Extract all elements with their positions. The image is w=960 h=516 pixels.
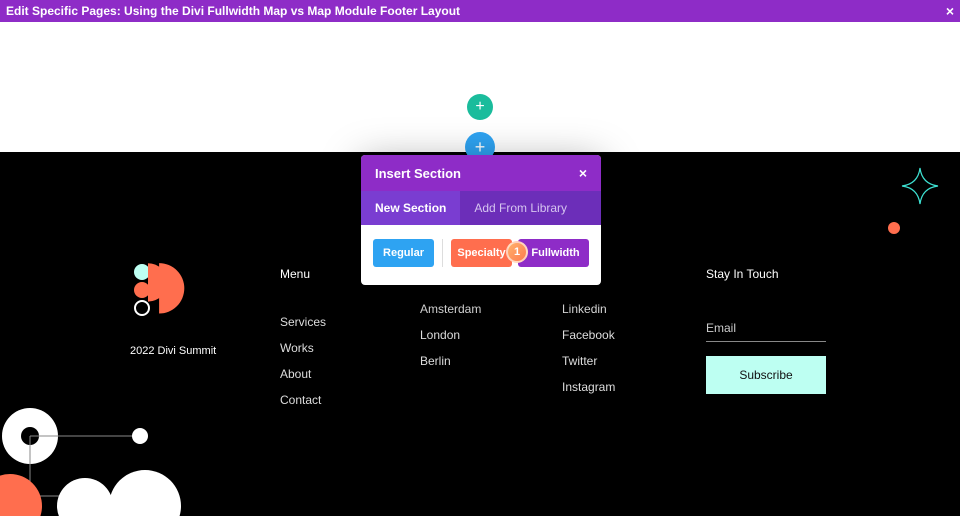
footer-link-facebook[interactable]: Facebook <box>562 328 615 342</box>
decorative-dot-icon <box>888 222 900 234</box>
email-field[interactable]: Email <box>706 321 826 342</box>
page-title-bar: Edit Specific Pages: Using the Divi Full… <box>0 0 960 22</box>
modal-body: Regular Specialty 1 Fullwidth <box>361 225 601 285</box>
footer-logo: 2022 Divi Summit <box>130 262 230 357</box>
logo-caption: 2022 Divi Summit <box>130 345 230 357</box>
divider <box>442 239 443 267</box>
modal-title: Insert Section <box>375 166 461 181</box>
subscribe-button[interactable]: Subscribe <box>706 356 826 394</box>
footer-social-column: Linkedin Facebook Twitter Instagram <box>562 302 615 394</box>
tab-new-section[interactable]: New Section <box>361 191 460 225</box>
footer-subscribe-column: Stay In Touch Email Subscribe <box>706 267 846 394</box>
page-title: Edit Specific Pages: Using the Divi Full… <box>6 4 460 18</box>
footer-locations-column: Amsterdam London Berlin <box>420 302 481 368</box>
footer-link-berlin[interactable]: Berlin <box>420 354 481 368</box>
footer-link-about[interactable]: About <box>280 367 326 381</box>
footer-link-instagram[interactable]: Instagram <box>562 380 615 394</box>
footer-menu-column: Menu Services Works About Contact <box>280 267 326 407</box>
fullwidth-label: Fullwidth <box>531 247 579 259</box>
decorative-circles-icon <box>0 406 210 516</box>
footer-link-twitter[interactable]: Twitter <box>562 354 615 368</box>
footer-link-amsterdam[interactable]: Amsterdam <box>420 302 481 316</box>
insert-section-modal: Insert Section × New Section Add From Li… <box>361 155 601 285</box>
footer-link-services[interactable]: Services <box>280 315 326 329</box>
decorative-diamond-icon <box>900 166 940 206</box>
logo-icon <box>130 262 210 332</box>
footer-link-linkedin[interactable]: Linkedin <box>562 302 615 316</box>
modal-header: Insert Section × <box>361 155 601 191</box>
tab-add-from-library[interactable]: Add From Library <box>460 191 581 225</box>
regular-section-button[interactable]: Regular <box>373 239 434 267</box>
close-icon[interactable]: × <box>946 3 954 19</box>
footer-link-contact[interactable]: Contact <box>280 393 326 407</box>
footer-link-works[interactable]: Works <box>280 341 326 355</box>
fullwidth-section-button[interactable]: 1 Fullwidth <box>518 239 589 267</box>
specialty-section-button[interactable]: Specialty <box>451 239 512 267</box>
modal-tabs: New Section Add From Library <box>361 191 601 225</box>
footer-link-london[interactable]: London <box>420 328 481 342</box>
footer-menu-heading: Menu <box>280 267 326 281</box>
step-badge: 1 <box>506 241 528 263</box>
modal-close-icon[interactable]: × <box>579 165 587 181</box>
add-row-button[interactable]: + <box>467 94 493 120</box>
stay-in-touch-heading: Stay In Touch <box>706 267 846 281</box>
